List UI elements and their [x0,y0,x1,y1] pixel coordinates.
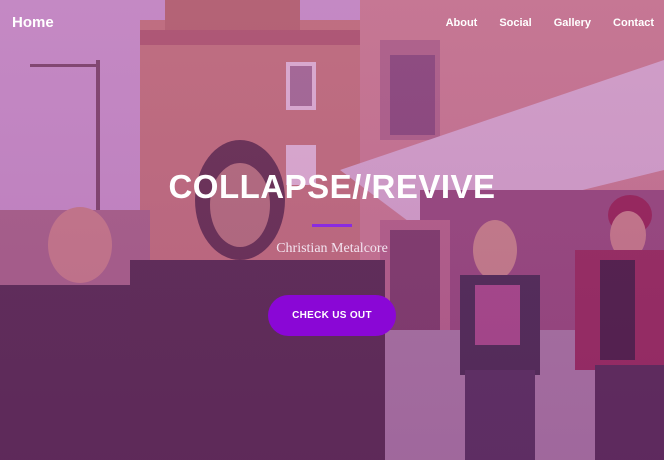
top-navbar: Home About Social Gallery Contact [0,0,664,48]
band-genre-subtitle: Christian Metalcore [276,241,388,256]
band-title: COLLAPSE//REVIVE [168,168,496,205]
brand-home-link[interactable]: Home [12,14,54,31]
hero-section: Home About Social Gallery Contact COLLAP… [0,0,664,460]
nav-link-contact[interactable]: Contact [613,17,654,29]
nav-link-social[interactable]: Social [499,17,531,29]
nav-link-about[interactable]: About [446,17,478,29]
title-divider [312,224,352,227]
check-us-out-button[interactable]: CHECK US OUT [268,295,396,336]
nav-menu: About Social Gallery Contact [424,17,654,29]
nav-link-gallery[interactable]: Gallery [554,17,591,29]
hero-content: COLLAPSE//REVIVE Christian Metalcore CHE… [0,168,664,336]
